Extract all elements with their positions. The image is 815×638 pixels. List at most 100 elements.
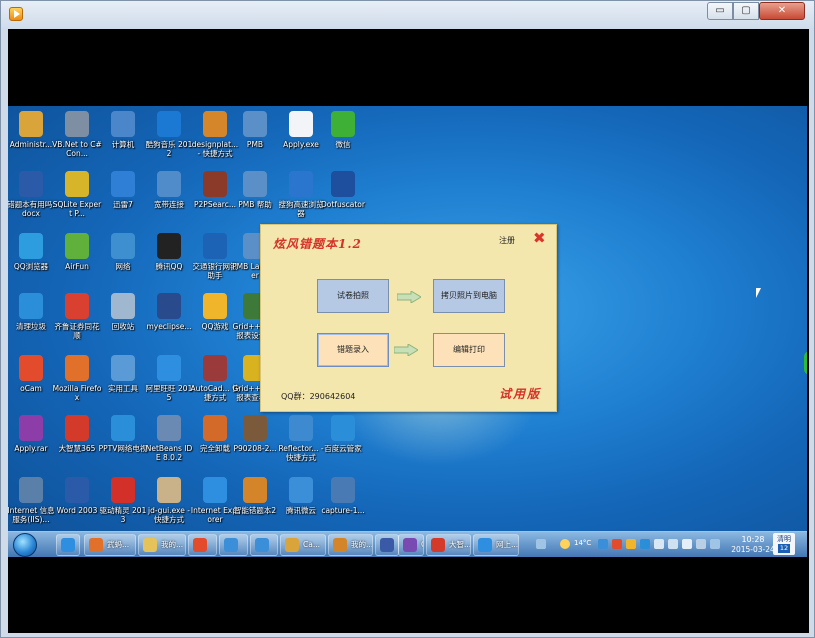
desktop-icon[interactable]: 百度云管家 <box>320 413 366 473</box>
copy-photos-button[interactable]: 拷贝照片到电脑 <box>433 279 505 313</box>
desktop-icon[interactable]: PPTV网络电视 <box>99 413 147 473</box>
desktop-icon-label: 腾讯QQ <box>155 262 183 271</box>
desktop-icon[interactable]: 智能错题本2 <box>232 475 278 535</box>
taskbar-item-label: 我的... <box>161 540 184 549</box>
desktop-icon[interactable]: 宽带连接 <box>146 169 192 229</box>
desktop-icon[interactable]: 酷狗音乐 2012 <box>146 109 192 169</box>
desktop-icon[interactable]: PMB 帮助 <box>232 169 278 229</box>
close-button[interactable]: ✕ <box>759 2 805 20</box>
taskbar-item[interactable]: 武蚂... <box>84 534 136 556</box>
desktop-icon[interactable]: 大智慧365 <box>54 413 100 473</box>
desktop-icon[interactable]: myeclipse... <box>146 291 192 351</box>
desktop-icon[interactable]: VB.Net to C# Con... <box>52 109 102 169</box>
side-gadget[interactable] <box>804 351 807 375</box>
taskbar-ie-pinned[interactable] <box>56 534 80 556</box>
desktop-icon[interactable]: Word 2003 <box>54 475 100 535</box>
desktop-icon[interactable]: 网络 <box>100 231 146 291</box>
desktop-icon[interactable]: 驱动精灵 2013 <box>100 475 146 535</box>
tray-power-icon[interactable] <box>696 539 706 549</box>
box-icon <box>203 111 227 137</box>
desktop-icon[interactable]: 计算机 <box>100 109 146 169</box>
desktop-icon[interactable]: oCam <box>8 353 54 413</box>
dialog-close-button[interactable]: ✖ <box>533 229 546 247</box>
desktop-icon[interactable]: Internet 信息服务(IIS)... <box>8 475 55 535</box>
taskbar-item[interactable]: CTB... <box>398 534 424 556</box>
tray-expand-icon[interactable] <box>710 539 720 549</box>
enter-question-button[interactable]: 错题录入 <box>317 333 389 367</box>
taskbar-item[interactable]: 我的... <box>328 534 373 556</box>
desktop-icon[interactable]: 腾讯微云 <box>278 475 324 535</box>
desktop-icon[interactable]: 实用工具 <box>100 353 146 413</box>
camera-icon <box>285 538 299 552</box>
capture-paper-button[interactable]: 试卷拍照 <box>317 279 389 313</box>
tray-qq-icon[interactable] <box>626 539 636 549</box>
taskbar-item[interactable]: 网上... <box>473 534 519 556</box>
desktop-icon[interactable]: 微信 <box>320 109 366 169</box>
desktop-icon-label: P90208-2... <box>233 444 277 453</box>
desktop-icon-label: PMB <box>246 140 264 149</box>
desktop-icon-label: 迅雷7 <box>113 200 133 209</box>
taskbar-item[interactable]: 我的... <box>138 534 186 556</box>
taskbar-item[interactable] <box>219 534 248 556</box>
desktop-icon-label: 实用工具 <box>108 384 138 393</box>
desktop-icon-label: 回收站 <box>111 322 135 331</box>
player-titlebar[interactable]: ▭ ▢ ✕ <box>1 1 814 28</box>
clock-time[interactable]: 10:28 <box>731 535 775 544</box>
taskbar-item[interactable]: 大智... <box>426 534 471 556</box>
wrong-question-dialog: 炫风错题本1.2 注册 ✖ 试卷拍照 拷贝照片到电脑 错题录入 编辑打印 QQ群… <box>260 224 557 412</box>
desktop-icon[interactable]: jd-gui.exe - 快捷方式 <box>146 475 192 535</box>
desktop-icon-label: PMB 帮助 <box>238 200 272 209</box>
word-icon <box>65 477 89 503</box>
taskbar-item[interactable] <box>375 534 399 556</box>
taskbar-item[interactable] <box>250 534 278 556</box>
system-tray: 14°C 10:28 2015-03-24 <box>536 534 776 556</box>
desktop-icon[interactable]: Reflector... - 快捷方式 <box>278 413 324 473</box>
calendar-badge[interactable]: 清明 12 <box>773 533 795 555</box>
desktop-icon[interactable]: NetBeans IDE 8.0.2 <box>146 413 192 473</box>
music-icon <box>193 538 207 552</box>
ocam-icon <box>19 355 43 381</box>
desktop-icon-label: 酷狗音乐 2012 <box>145 140 193 158</box>
desktop-icon[interactable]: PMB <box>232 109 278 169</box>
edit-print-button[interactable]: 编辑打印 <box>433 333 505 367</box>
desktop-icon[interactable]: 搜狗高速浏览器 <box>278 169 324 229</box>
desktop-icon[interactable]: QQ浏览器 <box>8 231 54 291</box>
taskbar-item[interactable] <box>188 534 217 556</box>
chat-icon <box>380 538 394 552</box>
desktop-icon[interactable]: 齐鲁证券同花顺 <box>54 291 100 351</box>
taskbar: 14°C 10:28 2015-03-24 武蚂... 我的... Ca... 我的.… <box>8 531 807 557</box>
start-button[interactable] <box>13 533 37 557</box>
desktop-icon[interactable]: Administr... <box>8 109 54 169</box>
desktop-icon[interactable]: 清理垃圾 <box>8 291 54 351</box>
minimize-button[interactable]: ▭ <box>707 2 733 20</box>
tray-network-icon[interactable] <box>668 539 678 549</box>
desktop-icon[interactable]: 迅雷7 <box>100 169 146 229</box>
tray-security-icon[interactable] <box>640 539 650 549</box>
desktop-icon[interactable]: P90208-2... <box>232 413 278 473</box>
tray-volume-icon[interactable] <box>682 539 692 549</box>
desktop-icon[interactable]: Apply.exe <box>278 109 324 169</box>
uninstall-icon <box>203 415 227 441</box>
desktop-icon[interactable]: Mozilla Firefox <box>53 353 101 413</box>
desktop-icon-label: 错题本有用吗.docx <box>8 200 55 218</box>
register-link[interactable]: 注册 <box>499 235 515 246</box>
desktop-icon[interactable]: 阿里旺旺 2015 <box>146 353 192 413</box>
tray-flag-icon[interactable] <box>654 539 664 549</box>
desktop-icon[interactable]: 错题本有用吗.docx <box>8 169 55 229</box>
desktop-icon[interactable]: 回收站 <box>100 291 146 351</box>
clock-date[interactable]: 2015-03-24 <box>731 545 775 554</box>
weather-icon[interactable] <box>560 539 570 549</box>
desktop-icon[interactable]: Dotfuscator <box>320 169 366 229</box>
desktop-icon[interactable]: AirFun <box>54 231 100 291</box>
desktop-icon[interactable]: capture-1... <box>320 475 366 535</box>
desktop-icon[interactable]: SQLite Expert P... <box>53 169 101 229</box>
maximize-button[interactable]: ▢ <box>733 2 759 20</box>
tray-app-icon[interactable] <box>612 539 622 549</box>
tray-keyboard-icon[interactable] <box>536 539 546 549</box>
desktop-icon[interactable]: 腾讯QQ <box>146 231 192 291</box>
tray-shield-icon[interactable] <box>598 539 608 549</box>
desktop-icon[interactable]: Apply.rar <box>8 413 54 473</box>
wechat-icon <box>331 111 355 137</box>
taskbar-item[interactable]: Ca... <box>280 534 326 556</box>
notebook-icon <box>333 538 347 552</box>
